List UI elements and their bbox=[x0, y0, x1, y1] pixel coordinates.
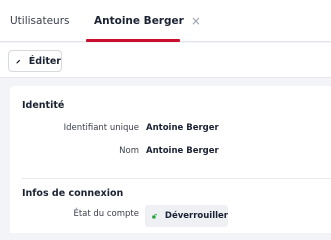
unique-id-value: Antoine Berger bbox=[146, 123, 219, 133]
unlock-button[interactable]: Déverrouiller bbox=[145, 205, 228, 227]
tab-bar: Utilisateurs Antoine Berger × bbox=[0, 0, 331, 42]
tab-users-label: Utilisateurs bbox=[10, 15, 70, 27]
toolbar: Éditer bbox=[0, 43, 331, 78]
connection-section-title: Infos de connexion bbox=[22, 188, 124, 199]
section-divider bbox=[22, 178, 331, 179]
name-value: Antoine Berger bbox=[146, 146, 219, 156]
edit-button[interactable]: Éditer bbox=[8, 50, 62, 72]
close-icon[interactable]: × bbox=[191, 14, 201, 28]
edit-button-label: Éditer bbox=[28, 55, 61, 67]
account-state-label: État du compte bbox=[73, 209, 139, 219]
tab-user-detail-label: Antoine Berger bbox=[94, 15, 184, 27]
active-tab-indicator bbox=[86, 39, 180, 42]
unlocked-padlock-icon bbox=[152, 213, 157, 219]
unlock-button-label: Déverrouiller bbox=[164, 211, 228, 221]
tab-users[interactable]: Utilisateurs bbox=[10, 0, 69, 42]
name-label: Nom bbox=[119, 146, 139, 156]
pencil-icon bbox=[16, 59, 21, 63]
identity-section-title: Identité bbox=[22, 100, 65, 111]
unique-id-label: Identifiant unique bbox=[63, 123, 139, 133]
tab-user-detail[interactable]: Antoine Berger × bbox=[86, 0, 201, 42]
